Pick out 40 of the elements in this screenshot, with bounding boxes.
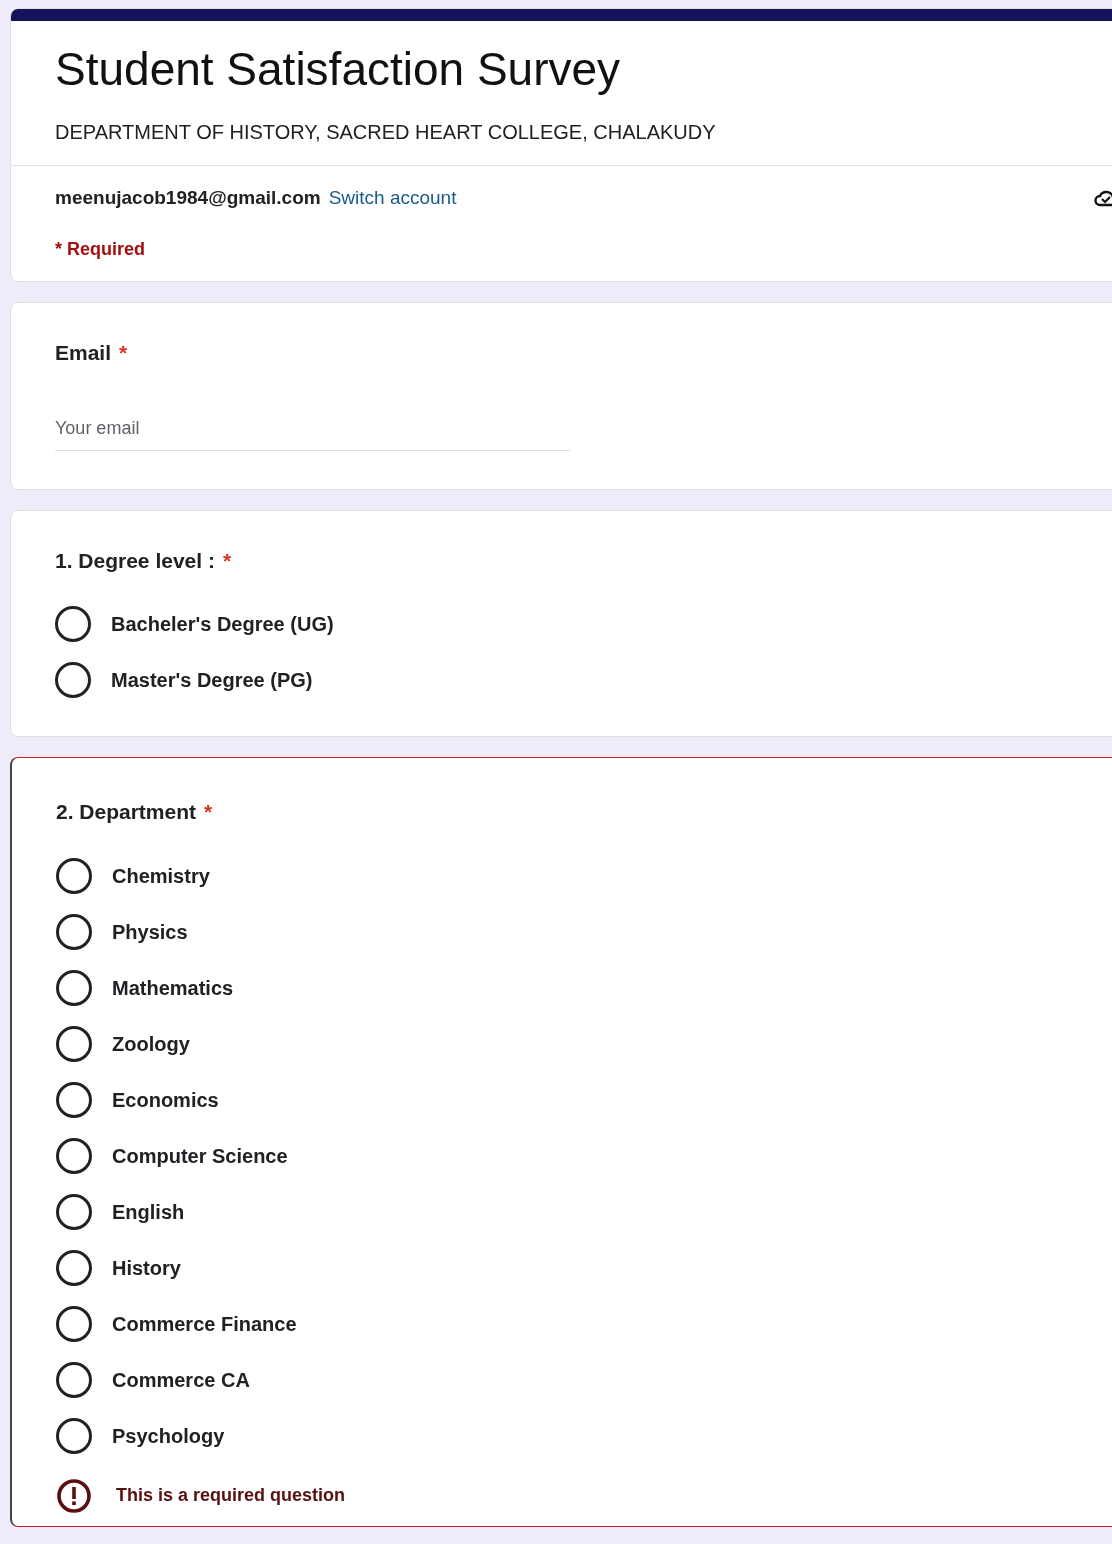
question-title: 2. Department xyxy=(56,799,197,825)
option-label: Master's Degree (PG) xyxy=(111,668,313,693)
required-asterisk: * xyxy=(204,799,213,825)
required-note: * Required xyxy=(55,238,147,261)
radio-button[interactable] xyxy=(56,1249,92,1286)
error-icon xyxy=(56,1477,92,1514)
option-label: Physics xyxy=(112,919,188,945)
radio-button[interactable] xyxy=(56,1193,92,1230)
option-label: Economics xyxy=(112,1087,219,1113)
radio-button[interactable] xyxy=(55,662,91,698)
radio-button[interactable] xyxy=(56,1137,92,1174)
switch-account-link[interactable]: Switch account xyxy=(328,183,457,212)
error-message: This is a required question xyxy=(116,1484,346,1507)
radio-button[interactable] xyxy=(56,1081,92,1118)
option-label: Mathematics xyxy=(112,975,234,1001)
option-label: Bacheler's Degree (UG) xyxy=(111,612,334,637)
radio-button[interactable] xyxy=(56,969,92,1006)
form-title: Student Satisfaction Survey xyxy=(55,42,622,97)
option-label: Computer Science xyxy=(112,1143,288,1169)
radio-button[interactable] xyxy=(56,1305,92,1342)
option-label: Zoology xyxy=(112,1031,190,1057)
radio-button[interactable] xyxy=(56,857,92,894)
form-subtitle: DEPARTMENT OF HISTORY, SACRED HEART COLLEGE, CHALAKUDY xyxy=(55,119,717,145)
radio-button[interactable] xyxy=(56,913,92,950)
radio-button[interactable] xyxy=(56,1417,92,1454)
option-label: English xyxy=(112,1199,185,1225)
question-title: Email xyxy=(55,340,112,366)
option-label: Chemistry xyxy=(112,863,210,889)
account-email: meenujacob1984@gmail.com xyxy=(55,185,321,210)
required-asterisk: * xyxy=(119,340,128,366)
question-title: 1. Degree level : xyxy=(55,547,215,574)
option-label: History xyxy=(112,1255,181,1281)
radio-button[interactable] xyxy=(55,606,91,642)
option-label: Commerce Finance xyxy=(112,1311,297,1337)
option-label: Commerce CA xyxy=(112,1367,250,1393)
radio-button[interactable] xyxy=(56,1361,92,1398)
required-asterisk: * xyxy=(222,547,232,574)
email-field[interactable]: Your email xyxy=(55,414,570,451)
option-label: Psychology xyxy=(112,1423,225,1449)
radio-button[interactable] xyxy=(56,1025,92,1062)
